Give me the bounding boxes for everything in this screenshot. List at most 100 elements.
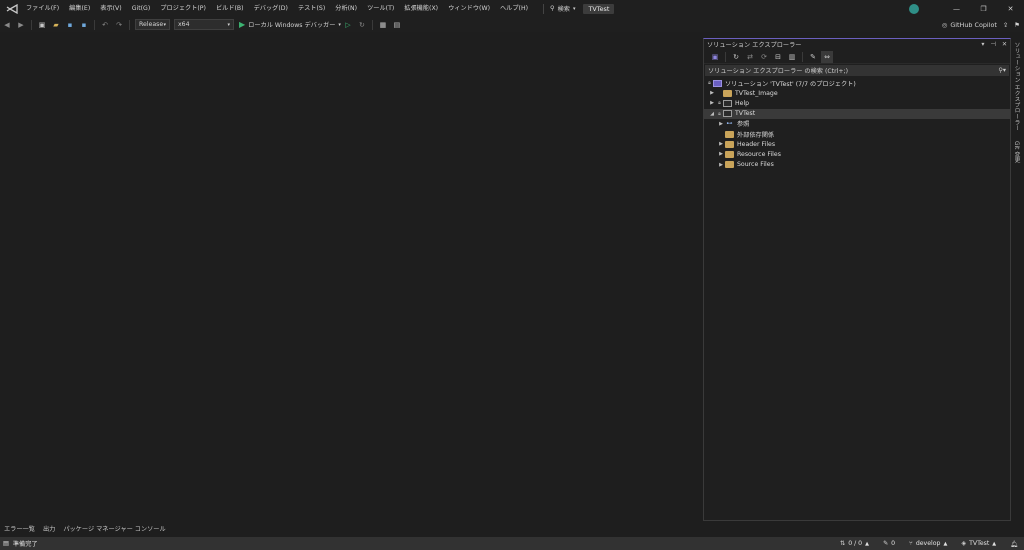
show-all-files-icon[interactable]: ▥ [786, 51, 798, 63]
menu-help[interactable]: ヘルプ(H) [495, 0, 533, 17]
tree-item-label: Header Files [737, 140, 776, 148]
github-copilot-button[interactable]: ◎ GitHub Copilot ⇪ ⚑ [942, 17, 1020, 32]
divider [31, 19, 32, 30]
menu-edit[interactable]: 編集(E) [64, 0, 95, 17]
feedback-icon[interactable]: ⚑ [1014, 21, 1020, 29]
collapse-icon[interactable]: ◢ [708, 111, 716, 117]
panel-title: ソリューション エクスプローラー [707, 42, 802, 49]
pending-changes-icon[interactable]: ⇄ [744, 51, 756, 63]
configuration-select[interactable]: Release ▾ [135, 19, 170, 30]
menu-analyze[interactable]: 分析(N) [330, 0, 362, 17]
save-icon[interactable]: ▪ [64, 19, 76, 31]
notifications-icon[interactable]: 🔔︎ [1010, 540, 1018, 548]
tab-error-list[interactable]: エラー一覧 [0, 524, 39, 533]
expand-icon[interactable]: ▶ [708, 90, 716, 96]
save-all-icon[interactable]: ▪ [78, 19, 90, 31]
account-avatar-icon[interactable] [909, 3, 919, 14]
tree-item-label: TVTest_Image [735, 89, 778, 97]
toolbox-icon[interactable]: ▦ [377, 19, 389, 31]
minimize-button[interactable]: — [943, 5, 970, 13]
expand-icon[interactable]: ▶ [717, 141, 725, 147]
tree-item-help[interactable]: ▶ 🔒︎ Help [704, 98, 1010, 108]
status-text: 準備完了 [12, 541, 38, 548]
repository-selector[interactable]: ◈ TVTest ▲ [961, 540, 996, 547]
platform-value: x64 [178, 21, 190, 28]
start-debugging-button[interactable]: ▶ ローカル Windows デバッガー ▾ [239, 20, 341, 29]
switch-views-icon[interactable]: ▣ [709, 51, 721, 63]
search-icon: ⚲ [550, 5, 555, 12]
tree-item-resource-files[interactable]: ▶ Resource Files [704, 149, 1010, 159]
share-icon[interactable]: ⇪ [1003, 21, 1008, 29]
dropdown-icon[interactable]: ▾ [981, 41, 984, 48]
undo-icon[interactable]: ↶ [99, 19, 111, 31]
main-toolbar: ◀ ▶ ▣ ▰ ▪ ▪ ↶ ↷ Release ▾ x64 ▾ ▶ ローカル W… [0, 17, 1024, 32]
tab-package-manager-console[interactable]: パッケージ マネージャー コンソール [59, 524, 169, 533]
menu-view[interactable]: 表示(V) [95, 0, 126, 17]
branch-selector[interactable]: ⑂ develop ▲ [909, 540, 947, 547]
title-menu-bar: ファイル(F) 編集(E) 表示(V) Git(G) プロジェクト(P) ビルド… [0, 0, 1024, 17]
tree-item-label: 参照 [737, 121, 750, 129]
tree-item-header-files[interactable]: ▶ Header Files [704, 139, 1010, 149]
expand-icon[interactable]: ▶ [717, 121, 725, 127]
tree-item-tvtest-image[interactable]: ▶ TVTest_Image [704, 88, 1010, 98]
preview-icon[interactable]: ⇔ [821, 50, 833, 63]
open-folder-icon[interactable]: ▰ [50, 19, 62, 31]
sync-status[interactable]: ⇅ 0 / 0 ▲ [840, 540, 869, 547]
run-label: ローカル Windows デバッガー [248, 22, 336, 29]
copilot-icon: ◎ [941, 20, 948, 29]
tree-item-tvtest[interactable]: ◢ 🔒︎ TVTest [704, 108, 1010, 119]
divider [802, 51, 803, 62]
tree-item-source-files[interactable]: ▶ Source Files [704, 160, 1010, 170]
menu-test[interactable]: テスト(S) [293, 0, 330, 17]
tab-git-changes[interactable]: Git 変更 [1012, 139, 1021, 165]
properties-icon[interactable]: ▤ [391, 19, 403, 31]
changes-status[interactable]: ✎ 0 [883, 540, 895, 547]
chevron-down-icon: ▾ [163, 21, 166, 28]
tab-output[interactable]: 出力 [39, 524, 59, 533]
tree-item-solution[interactable]: 🔒︎ ソリューション 'TVTest' (7/7 のプロジェクト) [704, 78, 1010, 88]
start-without-debugging-icon[interactable]: ▷ [342, 19, 354, 31]
expand-icon[interactable]: ▶ [708, 100, 716, 106]
tree-item-label: Help [735, 99, 750, 107]
close-button[interactable]: ✕ [997, 5, 1024, 13]
sync-icon[interactable]: ↻ [730, 51, 742, 63]
output-icon[interactable]: ▤ [3, 540, 9, 547]
chevron-down-icon: ▾ [227, 21, 230, 28]
menu-window[interactable]: ウィンドウ(W) [443, 0, 495, 17]
menu-git[interactable]: Git(G) [127, 0, 156, 17]
menu-file[interactable]: ファイル(F) [21, 0, 64, 17]
close-icon[interactable]: ✕ [1002, 41, 1007, 48]
sync-arrows-icon: ⇅ [840, 540, 846, 547]
tree-item-references[interactable]: ▶ ⊷ 参照 [704, 119, 1010, 129]
visual-studio-logo-icon[interactable] [3, 0, 21, 17]
collapse-all-icon[interactable]: ⊟ [772, 51, 784, 63]
search-label: 検索 [557, 6, 570, 13]
platform-select[interactable]: x64 ▾ [174, 19, 234, 30]
redo-icon[interactable]: ↷ [113, 19, 125, 31]
tab-solution-explorer[interactable]: ソリューション エクスプローラー [1012, 40, 1021, 133]
new-project-icon[interactable]: ▣ [36, 19, 48, 31]
play-icon: ▶ [239, 20, 246, 29]
menu-tools[interactable]: ツール(T) [362, 0, 399, 17]
forward-icon[interactable]: ▶ [15, 19, 27, 31]
menu-extensions[interactable]: 拡張機能(X) [399, 0, 443, 17]
project-name-badge[interactable]: TVTest [583, 3, 615, 14]
restore-button[interactable]: ❐ [970, 5, 997, 13]
properties-icon[interactable]: ✎ [807, 51, 819, 63]
expand-icon[interactable]: ▶ [717, 162, 725, 168]
refresh-icon[interactable]: ↻ [356, 19, 368, 31]
pin-icon[interactable]: ⊣ [990, 41, 995, 48]
folder-icon [723, 89, 732, 97]
menu-debug[interactable]: デバッグ(D) [249, 0, 293, 17]
lock-icon: 🔒︎ [718, 110, 721, 117]
back-icon[interactable]: ◀ [1, 19, 13, 31]
menu-build[interactable]: ビルド(B) [211, 0, 249, 17]
tree-item-external-dependencies[interactable]: 外部依存関係 [704, 129, 1010, 139]
expand-icon[interactable]: ▶ [717, 151, 725, 157]
pencil-icon: ✎ [882, 540, 889, 547]
search-button[interactable]: ⚲ 検索 ▾ [539, 3, 579, 14]
refresh-icon[interactable]: ⟳ [758, 51, 770, 63]
solution-explorer-search-input[interactable]: ソリューション エクスプローラー の検索 (Ctrl+;) ⚲▾ [705, 65, 1009, 76]
menu-project[interactable]: プロジェクト(P) [155, 0, 211, 17]
window-controls: — ❐ ✕ [909, 0, 1024, 17]
